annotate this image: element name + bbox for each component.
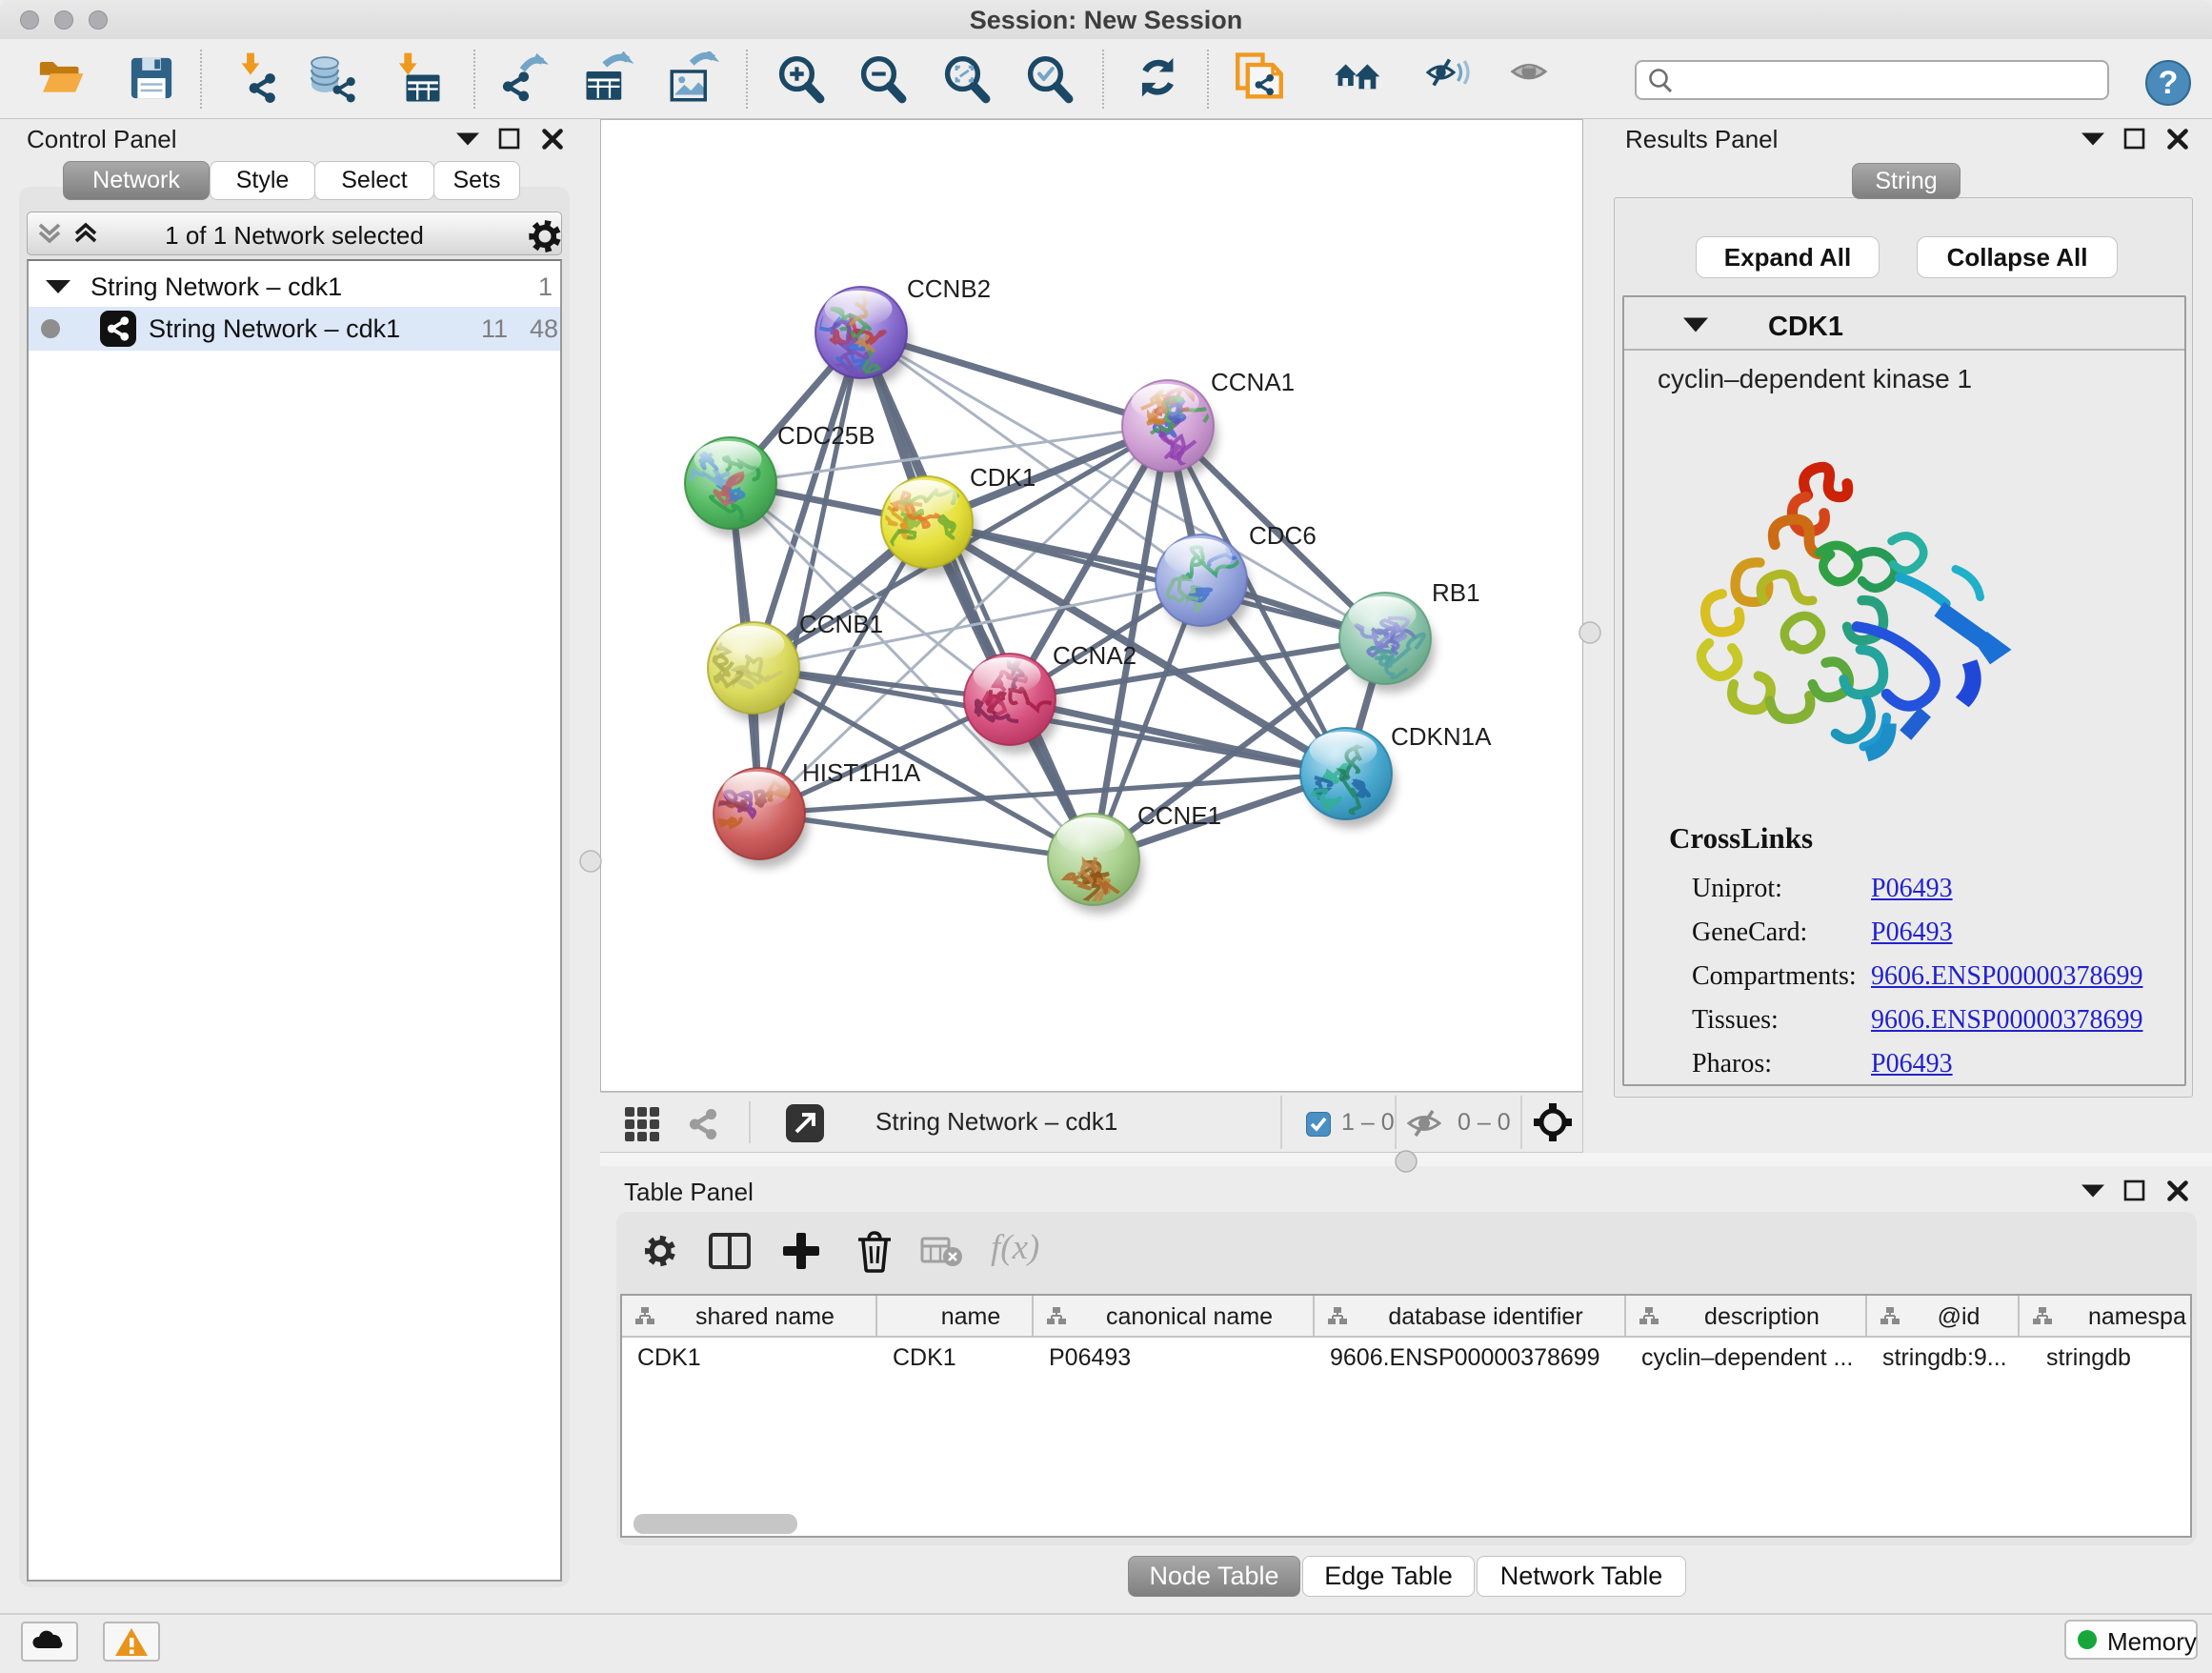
svg-text:?: ?	[2159, 65, 2179, 101]
